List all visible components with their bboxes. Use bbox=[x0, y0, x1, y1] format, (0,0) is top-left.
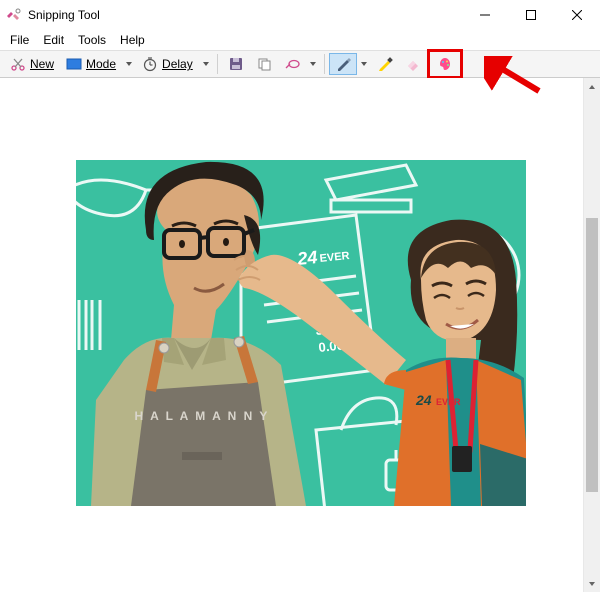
copy-button[interactable] bbox=[250, 53, 278, 75]
scroll-thumb[interactable] bbox=[586, 218, 598, 492]
delay-dropdown[interactable] bbox=[199, 53, 213, 75]
canvas[interactable]: 24 EVER 3.00 0.00 bbox=[0, 78, 583, 592]
maximize-button[interactable] bbox=[508, 0, 554, 30]
separator bbox=[324, 54, 325, 74]
menu-help[interactable]: Help bbox=[114, 32, 151, 48]
scroll-up-button[interactable] bbox=[584, 78, 600, 95]
screenshot-illustration: 24 EVER 3.00 0.00 bbox=[76, 160, 526, 506]
menubar: File Edit Tools Help bbox=[0, 30, 600, 50]
eraser-icon bbox=[405, 56, 421, 72]
svg-text:H A L A M A N N Y: H A L A M A N N Y bbox=[135, 409, 270, 423]
pen-dropdown[interactable] bbox=[357, 53, 371, 75]
delay-button[interactable]: Delay bbox=[136, 53, 199, 75]
send-dropdown[interactable] bbox=[306, 53, 320, 75]
clock-icon bbox=[142, 56, 158, 72]
captured-screenshot: 24 EVER 3.00 0.00 bbox=[76, 160, 526, 506]
separator bbox=[217, 54, 218, 74]
mode-button[interactable]: Mode bbox=[60, 53, 122, 75]
save-button[interactable] bbox=[222, 53, 250, 75]
mode-label: Mode bbox=[86, 57, 116, 71]
eraser-button[interactable] bbox=[399, 53, 427, 75]
titlebar: Snipping Tool bbox=[0, 0, 600, 30]
app-icon bbox=[6, 7, 22, 23]
new-button[interactable]: New bbox=[4, 53, 60, 75]
window-title: Snipping Tool bbox=[28, 8, 100, 22]
highlighter-button[interactable] bbox=[371, 53, 399, 75]
save-icon bbox=[228, 56, 244, 72]
svg-text:EVER: EVER bbox=[436, 397, 461, 407]
minimize-button[interactable] bbox=[462, 0, 508, 30]
menu-file[interactable]: File bbox=[4, 32, 35, 48]
menu-edit[interactable]: Edit bbox=[37, 32, 70, 48]
mode-dropdown[interactable] bbox=[122, 53, 136, 75]
content-area: 24 EVER 3.00 0.00 bbox=[0, 78, 600, 592]
envelope-icon bbox=[284, 56, 300, 72]
vertical-scrollbar[interactable] bbox=[583, 78, 600, 592]
scroll-down-button[interactable] bbox=[584, 575, 600, 592]
menu-tools[interactable]: Tools bbox=[72, 32, 112, 48]
paint3d-highlight bbox=[427, 49, 463, 79]
paint3d-icon bbox=[437, 56, 453, 72]
window-controls bbox=[462, 0, 600, 30]
pen-icon bbox=[335, 56, 351, 72]
new-label: New bbox=[30, 57, 54, 71]
highlighter-icon bbox=[377, 56, 393, 72]
rectangle-mode-icon bbox=[66, 56, 82, 72]
paint3d-button[interactable] bbox=[431, 53, 459, 75]
scissors-icon bbox=[10, 56, 26, 72]
close-button[interactable] bbox=[554, 0, 600, 30]
toolbar: New Mode Delay bbox=[0, 50, 600, 78]
delay-label: Delay bbox=[162, 57, 193, 71]
copy-icon bbox=[256, 56, 272, 72]
pen-button[interactable] bbox=[329, 53, 357, 75]
svg-text:24: 24 bbox=[415, 392, 432, 408]
send-button[interactable] bbox=[278, 53, 306, 75]
